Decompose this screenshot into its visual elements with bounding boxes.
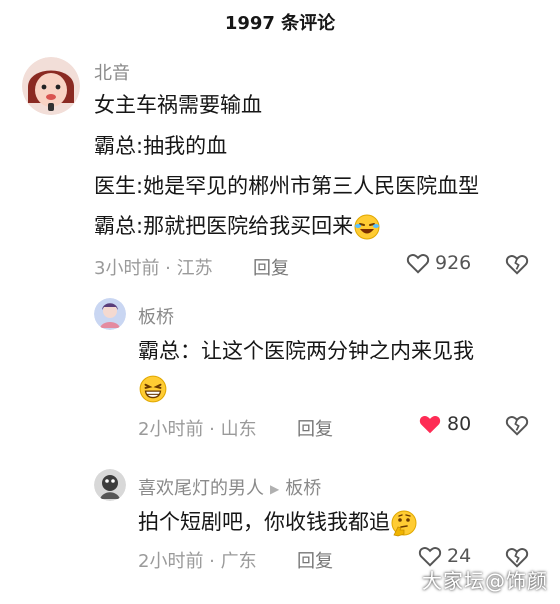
comment-text-line: 医生:她是罕见的郴州市第三人民医院血型	[94, 174, 480, 198]
comment-text-line: 女主车祸需要输血	[94, 93, 262, 117]
reply-button[interactable]: 回复	[297, 415, 333, 441]
avatar-image	[94, 469, 126, 501]
username[interactable]: 北音	[94, 59, 130, 85]
heart-icon-filled	[419, 416, 441, 434]
dislike-heart-icon[interactable]	[504, 251, 530, 277]
comments-header: 1997 条评论	[0, 0, 560, 44]
like-count: 24	[447, 545, 472, 567]
comment-count-title: 1997 条评论	[224, 13, 336, 34]
reply-to-username[interactable]: 板桥	[285, 478, 321, 499]
like-button[interactable]: 926	[405, 250, 471, 276]
time-location: 2小时前 · 山东	[138, 419, 257, 440]
reply-button[interactable]: 回复	[253, 254, 289, 280]
username-reply-thread: 喜欢尾灯的男人 ▶ 板桥	[138, 474, 321, 500]
play-arrow-icon: ▶	[270, 482, 280, 496]
comment-text-line-with-emoji: 霸总:那就把医院给我买回来	[94, 212, 381, 241]
reply-button[interactable]: 回复	[297, 547, 333, 573]
laughing-emoji-icon	[354, 214, 380, 240]
avatar[interactable]	[22, 57, 80, 115]
username[interactable]: 板桥	[138, 303, 174, 329]
comment-text-line-with-emoji: 拍个短剧吧，你收钱我都追	[138, 508, 418, 537]
like-button[interactable]: 80	[417, 411, 471, 437]
avatar[interactable]	[94, 469, 126, 501]
username[interactable]: 喜欢尾灯的男人	[138, 478, 264, 499]
like-count: 80	[447, 413, 472, 435]
comment-text: 霸总:那就把医院给我买回来	[94, 214, 354, 238]
grinning-emoji-icon	[139, 375, 167, 403]
avatar-image	[94, 298, 126, 330]
comment-text-line: 霸总:抽我的血	[94, 134, 228, 158]
thinking-emoji-icon	[391, 510, 417, 537]
comment-text-line: 霸总：让这个医院两分钟之内来见我	[138, 339, 474, 363]
watermark: 大家坛@饰颜	[422, 569, 548, 593]
avatar-image	[22, 57, 80, 115]
heart-icon	[406, 254, 430, 274]
dislike-heart-icon[interactable]	[504, 412, 530, 438]
time-location: 3小时前 · 江苏	[94, 258, 213, 279]
like-count: 926	[435, 252, 472, 274]
avatar[interactable]	[94, 298, 126, 330]
comment-text: 拍个短剧吧，你收钱我都追	[138, 510, 390, 534]
time-location: 2小时前 · 广东	[138, 551, 257, 572]
